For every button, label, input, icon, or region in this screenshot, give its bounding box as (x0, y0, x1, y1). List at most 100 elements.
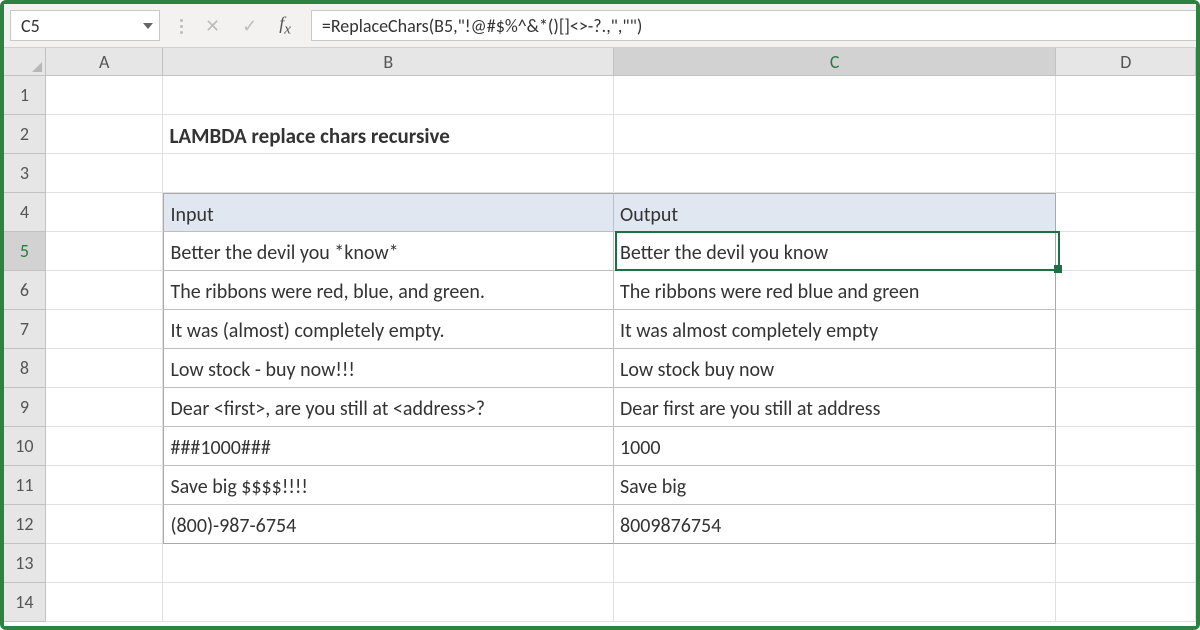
cell[interactable] (46, 154, 164, 193)
table-cell-output[interactable]: 1000 (614, 427, 1056, 466)
cell[interactable] (1056, 271, 1196, 310)
cell[interactable] (46, 349, 164, 388)
cell[interactable] (46, 505, 164, 544)
cell[interactable] (1056, 115, 1196, 154)
row: 3 (4, 154, 1196, 193)
cell[interactable] (46, 544, 164, 583)
formula-controls: ✕ ✓ fx (160, 4, 311, 47)
table-cell-input[interactable]: Low stock - buy now!!! (163, 349, 613, 388)
cell[interactable] (46, 271, 164, 310)
table-header-input[interactable]: Input (163, 193, 613, 232)
row-header[interactable]: 3 (4, 154, 46, 193)
chevron-down-icon[interactable] (143, 23, 153, 29)
row-header[interactable]: 8 (4, 349, 46, 388)
cell[interactable] (1056, 310, 1196, 349)
col-header-D[interactable]: D (1056, 48, 1196, 75)
col-header-A[interactable]: A (46, 48, 164, 75)
table-cell-input[interactable]: (800)-987-6754 (163, 505, 613, 544)
table-cell-input[interactable]: Save big $$$$!!!! (163, 466, 613, 505)
col-header-B[interactable]: B (163, 48, 613, 75)
row-header[interactable]: 13 (4, 544, 46, 583)
cell-text: Dear <first>, are you still at <address>… (170, 397, 485, 421)
cell[interactable] (163, 76, 613, 115)
cell-text: Dear first are you still at address (620, 397, 880, 421)
table-cell-output[interactable]: Dear first are you still at address (614, 388, 1056, 427)
cell[interactable] (1056, 154, 1196, 193)
cell[interactable] (163, 544, 613, 583)
row-header[interactable]: 7 (4, 310, 46, 349)
col-header-C[interactable]: C (614, 48, 1057, 75)
spreadsheet-grid: A B C D 1 2 LAMBDA replace chars recursi… (4, 48, 1196, 626)
cell-text: (800)-987-6754 (170, 514, 296, 538)
cell[interactable] (1056, 388, 1196, 427)
table-cell-output[interactable]: It was almost completely empty (614, 310, 1056, 349)
formula-input[interactable]: =ReplaceChars(B5,"!@#$%^&*()[]<>-?.,",""… (311, 10, 1196, 41)
cell[interactable] (46, 388, 164, 427)
cell[interactable] (163, 154, 613, 193)
cell[interactable] (1056, 193, 1196, 232)
cell[interactable] (614, 544, 1056, 583)
row-header[interactable]: 11 (4, 466, 46, 505)
row-header[interactable]: 9 (4, 388, 46, 427)
cell[interactable] (614, 154, 1056, 193)
row-header[interactable]: 14 (4, 583, 46, 622)
cell[interactable] (1056, 76, 1196, 115)
table-cell-output[interactable]: Low stock buy now (614, 349, 1056, 388)
row: 8 Low stock - buy now!!! Low stock buy n… (4, 349, 1196, 388)
row-header[interactable]: 4 (4, 193, 46, 232)
cell[interactable] (46, 193, 164, 232)
cell-text: Save big (620, 475, 686, 499)
confirm-icon[interactable]: ✓ (242, 15, 257, 37)
header-label: Input (170, 203, 213, 227)
table-header-output[interactable]: Output (614, 193, 1056, 232)
table-cell-output[interactable]: 8009876754 (614, 505, 1056, 544)
select-all-corner[interactable] (4, 48, 46, 75)
cell[interactable] (1056, 583, 1196, 622)
row-header[interactable]: 6 (4, 271, 46, 310)
row-header[interactable]: 5 (4, 232, 46, 271)
table-cell-output[interactable]: The ribbons were red blue and green (614, 271, 1056, 310)
row: 12 (800)-987-6754 8009876754 (4, 505, 1196, 544)
row: 6 The ribbons were red, blue, and green.… (4, 271, 1196, 310)
cell[interactable] (46, 115, 164, 154)
drag-handle-icon[interactable] (180, 17, 183, 34)
cell[interactable] (1056, 349, 1196, 388)
row: 5 Better the devil you *know* Better the… (4, 232, 1196, 271)
table-cell-output[interactable]: Better the devil you know (614, 232, 1056, 271)
table-cell-input[interactable]: It was (almost) completely empty. (163, 310, 613, 349)
name-box-value: C5 (21, 15, 40, 37)
cell[interactable] (1056, 427, 1196, 466)
cell[interactable] (46, 232, 164, 271)
name-box[interactable]: C5 (10, 10, 160, 41)
cell[interactable] (614, 76, 1056, 115)
table-cell-input[interactable]: The ribbons were red, blue, and green. (163, 271, 613, 310)
cell[interactable] (614, 583, 1056, 622)
formula-text: =ReplaceChars(B5,"!@#$%^&*()[]<>-?.,",""… (322, 15, 642, 37)
cell[interactable] (1056, 544, 1196, 583)
cell-text: It was (almost) completely empty. (170, 319, 444, 343)
row-header[interactable]: 1 (4, 76, 46, 115)
row-header[interactable]: 10 (4, 427, 46, 466)
table-cell-input[interactable]: ###1000### (163, 427, 613, 466)
table-cell-input[interactable]: Better the devil you *know* (163, 232, 613, 271)
cell[interactable] (46, 310, 164, 349)
fx-icon[interactable]: fx (279, 13, 291, 39)
title-cell[interactable]: LAMBDA replace chars recursive (163, 115, 613, 154)
table-cell-output[interactable]: Save big (614, 466, 1056, 505)
cancel-icon[interactable]: ✕ (205, 15, 220, 37)
row: 2 LAMBDA replace chars recursive (4, 115, 1196, 154)
cell[interactable] (46, 76, 164, 115)
column-headers: A B C D (4, 48, 1196, 76)
cell[interactable] (46, 427, 164, 466)
cell-text: 8009876754 (620, 514, 721, 538)
cell[interactable] (163, 583, 613, 622)
cell[interactable] (1056, 232, 1196, 271)
row-header[interactable]: 12 (4, 505, 46, 544)
cell[interactable] (46, 466, 164, 505)
cell[interactable] (46, 583, 164, 622)
cell[interactable] (1056, 466, 1196, 505)
cell[interactable] (614, 115, 1056, 154)
row-header[interactable]: 2 (4, 115, 46, 154)
cell[interactable] (1056, 505, 1196, 544)
table-cell-input[interactable]: Dear <first>, are you still at <address>… (163, 388, 613, 427)
